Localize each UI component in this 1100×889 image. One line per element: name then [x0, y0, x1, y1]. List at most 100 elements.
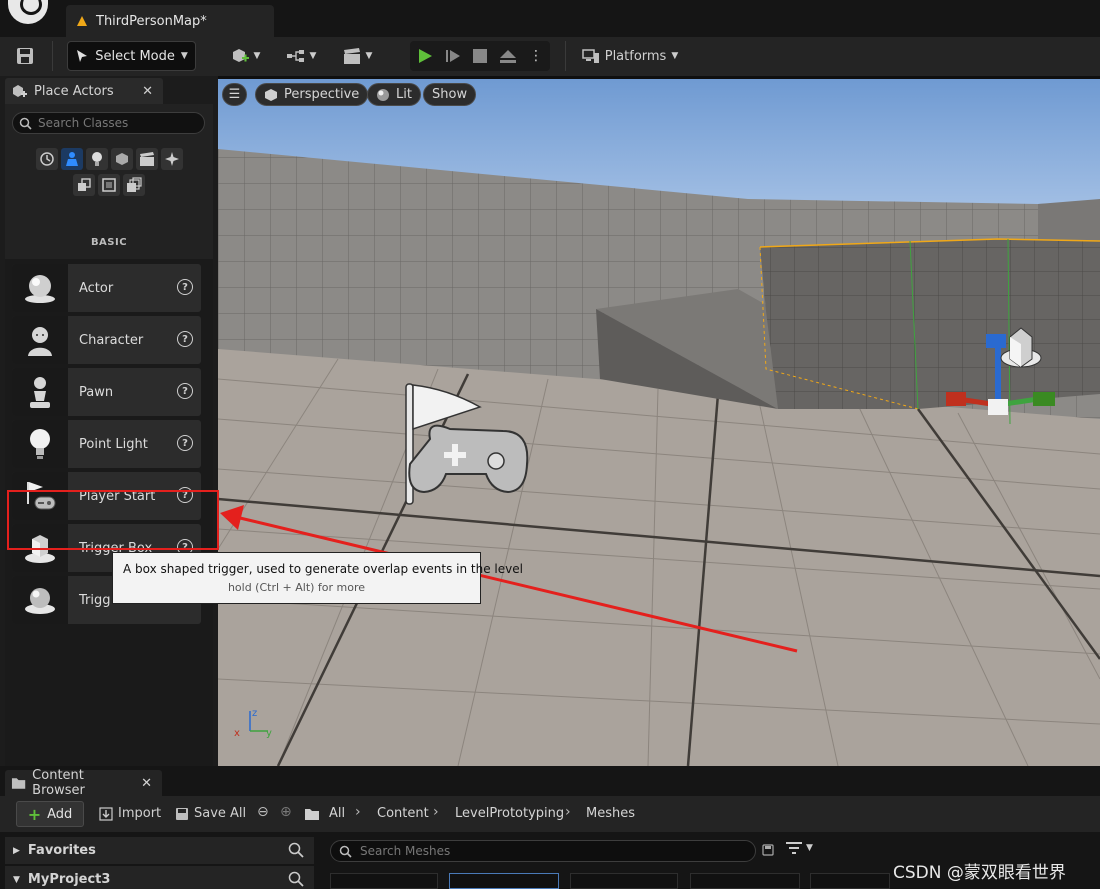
favorites-section[interactable]: ▶ Favorites [5, 837, 314, 864]
cinematics-button[interactable]: ▼ [336, 41, 378, 71]
all-classes-category-icon[interactable] [123, 174, 145, 196]
favorites-label: Favorites [27, 843, 96, 858]
chevron-right-icon: › [565, 804, 571, 820]
play-controls: ⋮ [410, 41, 550, 71]
content-browser-tab[interactable]: Content Browser ✕ [5, 768, 162, 798]
asset-thumbnail[interactable] [570, 873, 678, 889]
platforms-dropdown[interactable]: Platforms ▼ [580, 41, 680, 71]
eject-icon[interactable] [499, 49, 517, 63]
place-actors-body: Search Classes BASIC Actor ? Character ?… [5, 104, 213, 789]
svg-text:y: y [266, 728, 272, 739]
category-row-1 [5, 148, 213, 170]
perspective-button[interactable]: Perspective [255, 83, 369, 106]
pawn-list-item[interactable]: Pawn ? [12, 368, 201, 416]
sphere-icon [25, 275, 55, 303]
search-icon[interactable] [288, 842, 304, 858]
asset-thumbnail[interactable] [690, 873, 800, 889]
asset-thumbnail[interactable] [810, 873, 890, 889]
help-icon[interactable]: ? [177, 383, 193, 399]
stop-icon[interactable] [473, 49, 487, 63]
asset-thumbnail[interactable] [330, 873, 438, 889]
save-button[interactable] [10, 41, 40, 71]
search-classes-input[interactable]: Search Classes [12, 112, 205, 134]
back-icon[interactable]: ⊖ [257, 804, 269, 820]
search-icon[interactable] [288, 871, 304, 887]
content-browser-title: Content Browser [32, 768, 85, 798]
help-icon[interactable]: ? [177, 435, 193, 451]
breadcrumb-content[interactable]: Content [377, 806, 429, 821]
help-icon[interactable]: ? [177, 279, 193, 295]
search-meshes-placeholder: Search Meshes [360, 844, 451, 858]
blueprint-icon [286, 50, 304, 62]
tooltip-text: A box shaped trigger, used to generate o… [123, 562, 523, 576]
cube-icon [265, 88, 277, 101]
perspective-label: Perspective [284, 87, 360, 102]
lit-button[interactable]: Lit [367, 83, 421, 106]
blueprints-button[interactable]: ▼ [280, 41, 322, 71]
add-button[interactable]: + Add [16, 801, 84, 827]
more-options-icon[interactable]: ⋮ [529, 48, 543, 64]
geometry-category-icon[interactable] [73, 174, 95, 196]
basic-category-icon[interactable] [60, 148, 83, 170]
character-icon [28, 327, 52, 356]
close-icon[interactable]: ✕ [141, 776, 152, 791]
chevron-down-icon: ▼ [365, 51, 373, 61]
level-icon [77, 16, 87, 26]
chevron-down-icon: ▼ [671, 51, 679, 61]
character-label: Character [79, 332, 144, 348]
volumes-category-icon[interactable] [98, 174, 120, 196]
breadcrumb-levelprototyping[interactable]: LevelPrototyping [455, 806, 564, 821]
save-all-button[interactable]: Save All [175, 806, 246, 821]
chevron-down-icon: ▼ [253, 51, 261, 61]
step-icon[interactable] [445, 48, 461, 64]
breadcrumb-meshes[interactable]: Meshes [586, 806, 635, 821]
chevron-right-icon: › [433, 804, 439, 820]
filter-button[interactable]: ▼ [786, 842, 813, 854]
platforms-label: Platforms [604, 48, 667, 64]
place-actors-icon [13, 85, 27, 97]
viewport-menu-button[interactable]: ☰ [222, 83, 247, 106]
add-actor-icon [232, 49, 249, 62]
lights-category-icon[interactable] [85, 148, 108, 170]
lit-sphere-icon [377, 88, 389, 101]
select-mode-label: Select Mode [95, 48, 175, 64]
level-viewport[interactable]: x z y ☰ Perspective Lit Show [218, 79, 1100, 766]
tab-strip: ThirdPersonMap* [0, 0, 1100, 37]
shapes-category-icon[interactable] [110, 148, 133, 170]
character-list-item[interactable]: Character ? [12, 316, 201, 364]
trigger-sphere-label: Trigg [79, 592, 111, 608]
save-search-icon[interactable] [762, 844, 774, 856]
pawn-label: Pawn [79, 384, 114, 400]
import-button[interactable]: Import [99, 806, 161, 821]
project-section[interactable]: ▼ MyProject3 [5, 866, 314, 889]
recent-icon[interactable] [35, 148, 58, 170]
help-icon[interactable]: ? [177, 331, 193, 347]
show-button[interactable]: Show [423, 83, 477, 106]
category-heading: BASIC [90, 237, 128, 248]
search-icon [19, 117, 32, 130]
actor-list-item[interactable]: Actor ? [12, 264, 201, 312]
unreal-logo-icon[interactable] [8, 0, 48, 24]
toolbar-divider [565, 41, 566, 71]
cinematic-category-icon[interactable] [135, 148, 158, 170]
place-actors-tab[interactable]: Place Actors ✕ [5, 78, 163, 104]
point-light-list-item[interactable]: Point Light ? [12, 420, 201, 468]
content-browser-toolbar: + Add Import Save All ⊖ ⊕ All › Content … [0, 796, 1100, 832]
search-icon [339, 845, 352, 858]
lit-label: Lit [396, 87, 412, 102]
folder-icon[interactable] [304, 807, 320, 821]
level-tab[interactable]: ThirdPersonMap* [66, 5, 274, 37]
forward-icon[interactable]: ⊕ [280, 804, 292, 820]
breadcrumb-all[interactable]: All [329, 806, 345, 821]
visual-effects-category-icon[interactable] [160, 148, 183, 170]
search-meshes-input[interactable]: Search Meshes [330, 840, 756, 862]
play-icon[interactable] [417, 48, 433, 64]
select-mode-dropdown[interactable]: Select Mode ▼ [67, 41, 196, 71]
level-tab-label: ThirdPersonMap* [96, 13, 207, 29]
close-icon[interactable]: ✕ [142, 84, 153, 99]
add-actor-button[interactable]: ▼ [224, 41, 266, 71]
import-label: Import [118, 806, 162, 821]
asset-thumbnail[interactable] [449, 873, 559, 889]
chevron-down-icon: ▼ [180, 51, 188, 61]
save-icon [17, 48, 33, 64]
